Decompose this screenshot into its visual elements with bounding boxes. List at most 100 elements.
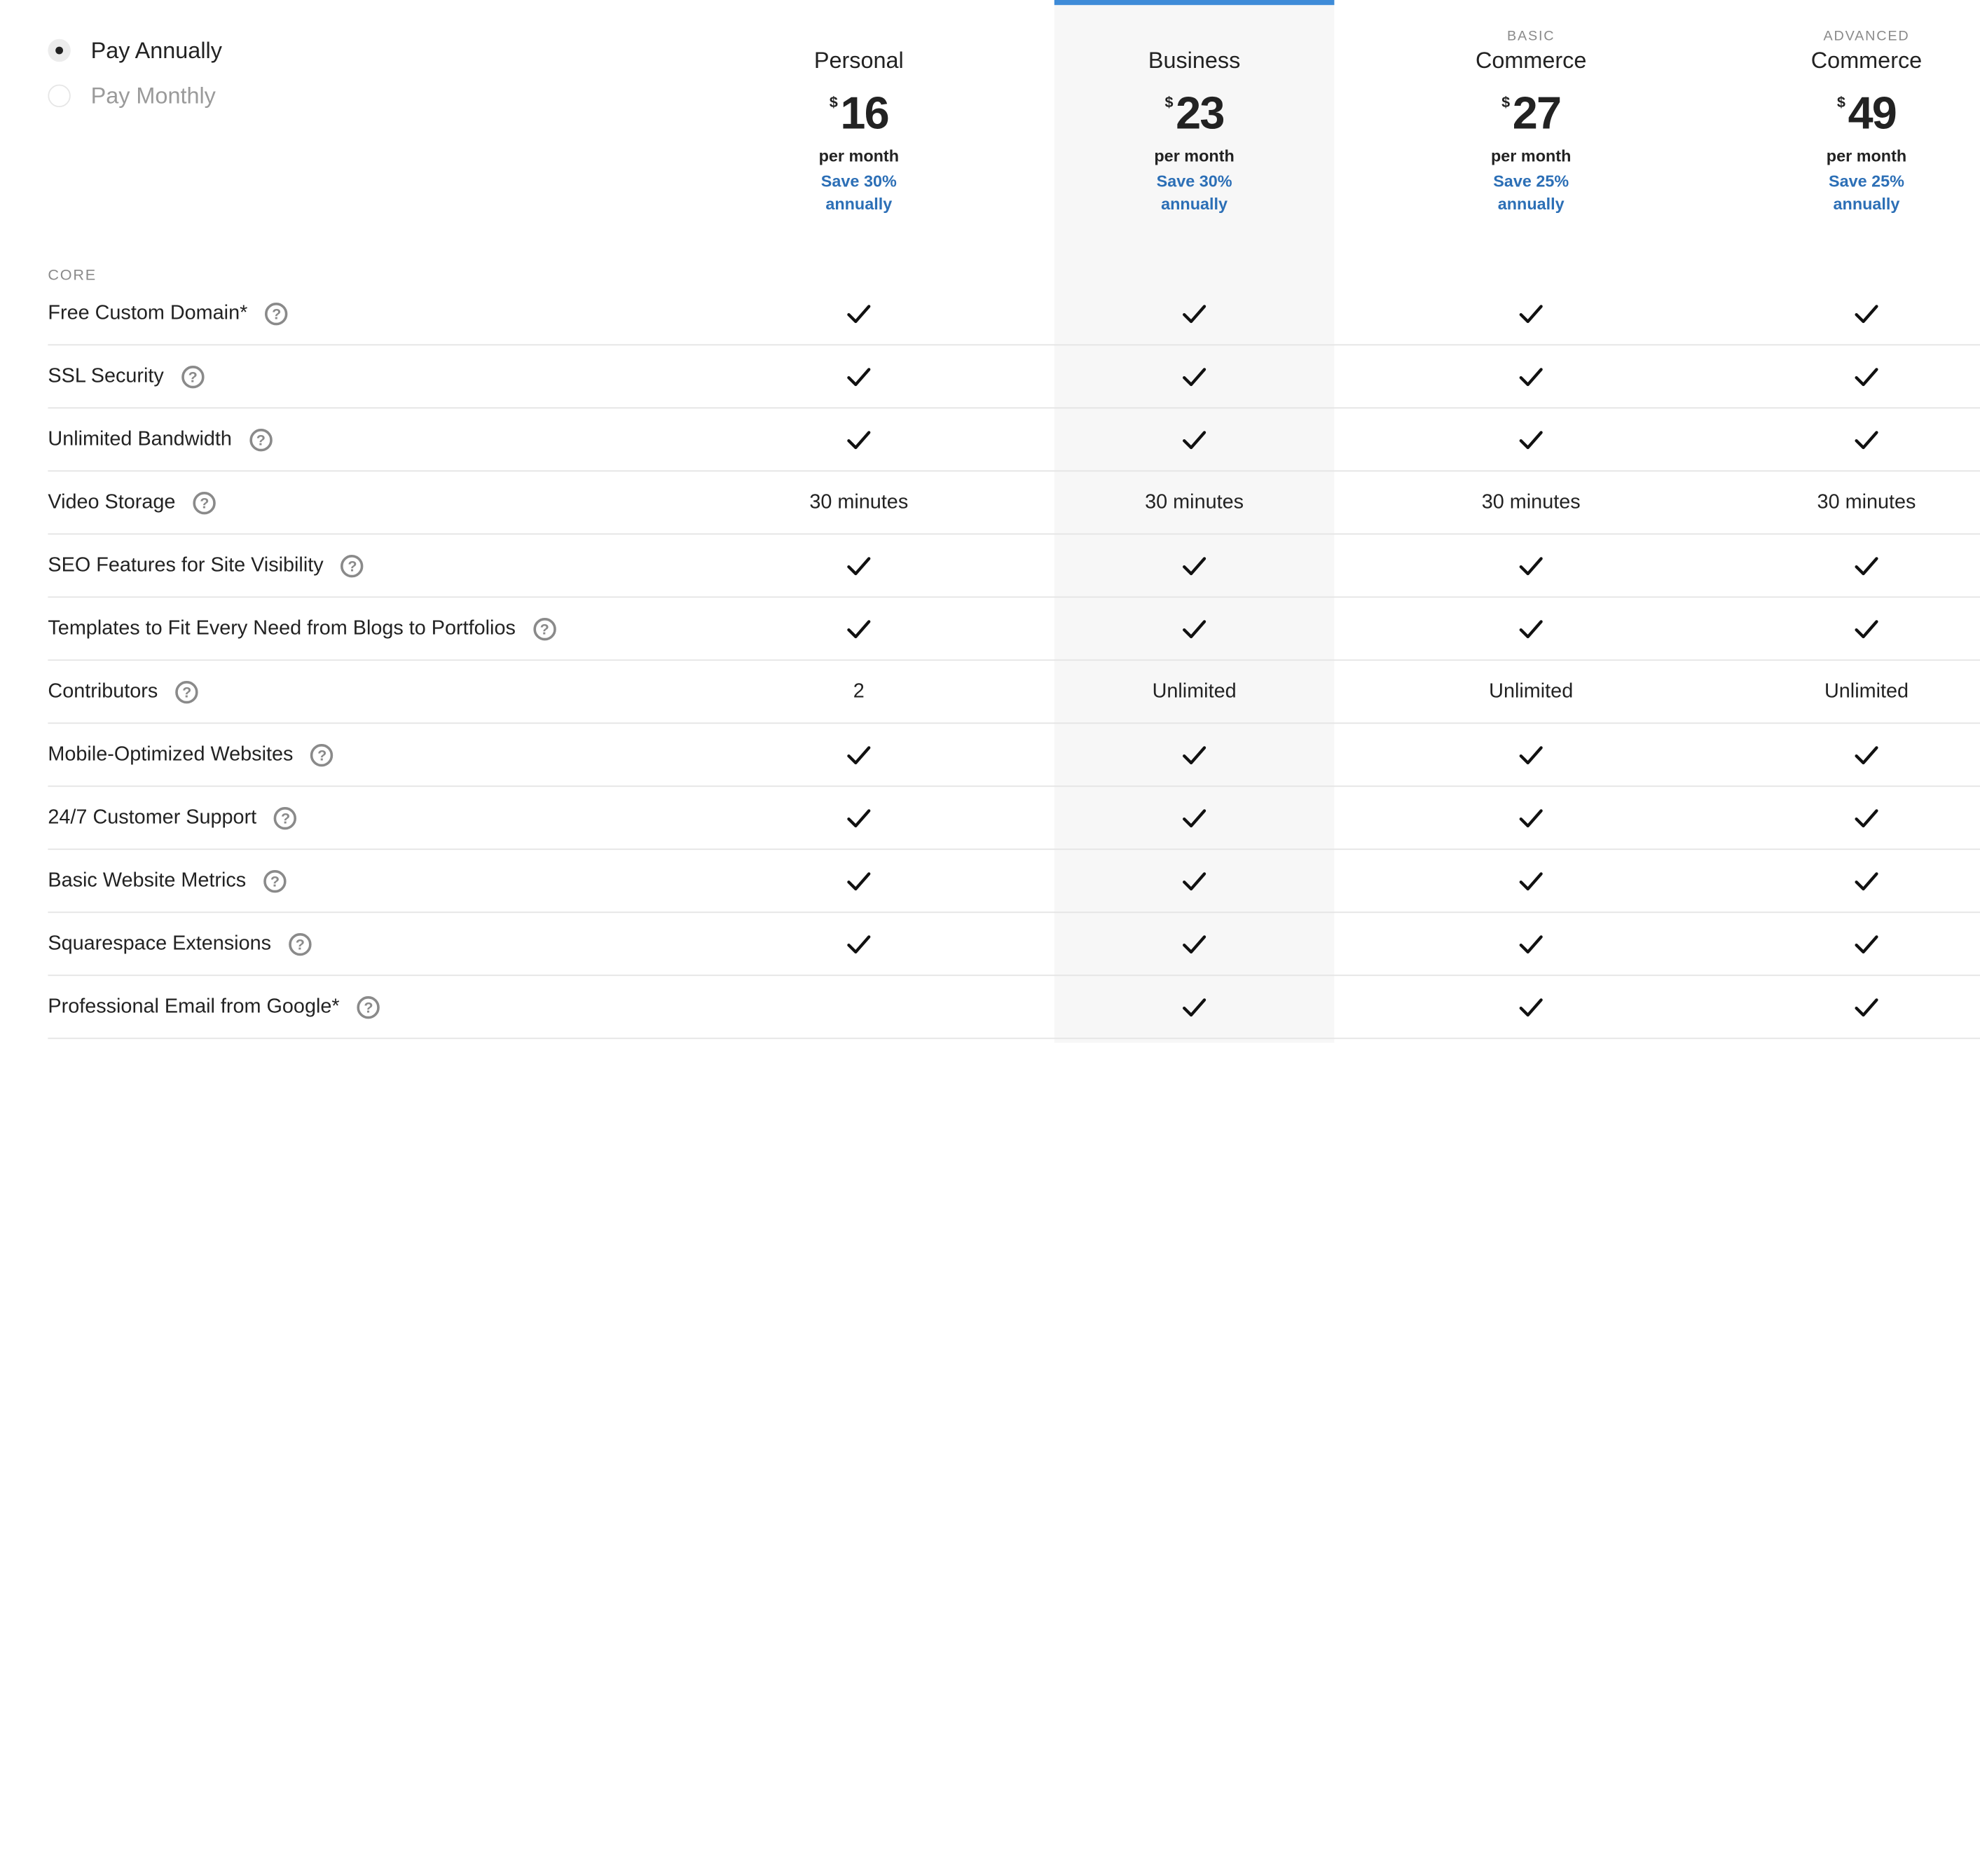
plan-value-cell [1054, 913, 1335, 974]
checkmark-icon [1519, 745, 1543, 764]
annual-savings-line2: annually [1833, 194, 1900, 214]
question-circle-icon[interactable]: ? [289, 932, 312, 956]
question-circle-icon[interactable]: ? [341, 554, 364, 577]
radio-selected-icon[interactable] [48, 39, 71, 62]
plan-value-cell [1726, 345, 1980, 407]
question-circle-icon[interactable]: ? [265, 302, 288, 325]
feature-cell: Professional Email from Google*? [48, 976, 380, 1037]
feature-cell: Basic Website Metrics? [48, 850, 287, 911]
feature-row: SSL Security? [48, 345, 1980, 409]
checkmark-icon [847, 808, 871, 827]
radio-unselected-icon[interactable] [48, 84, 71, 107]
plan-value-cell [1391, 598, 1671, 659]
currency-symbol: $ [1501, 93, 1511, 111]
price-amount: 23 [1176, 87, 1225, 139]
question-circle-icon[interactable]: ? [274, 806, 297, 829]
checkmark-icon [1855, 808, 1878, 827]
annual-savings-line2: annually [1497, 194, 1565, 214]
checkmark-icon [847, 556, 871, 575]
plan-name: Personal [813, 48, 904, 74]
question-circle-icon[interactable]: ? [181, 365, 205, 388]
question-circle-icon[interactable]: ? [193, 491, 216, 514]
section-heading: CORE [48, 265, 97, 284]
plan-value-text: Unlimited [1152, 680, 1237, 702]
annual-savings-line1: Save 25% [1493, 171, 1569, 191]
plan-value-cell [1054, 408, 1335, 470]
plan-value-text: 30 minutes [809, 491, 909, 513]
question-circle-icon[interactable]: ? [175, 680, 198, 703]
feature-name: Squarespace Extensions [48, 932, 272, 954]
plan-value-cell: 2 [719, 661, 999, 722]
checkmark-icon [1183, 871, 1206, 890]
checkmark-icon [1183, 430, 1206, 449]
plan-tier: BASIC [1506, 29, 1555, 44]
plan-price: $ 23 [1054, 88, 1335, 139]
checkmark-icon [1519, 871, 1543, 890]
feature-name: SSL Security [48, 365, 164, 387]
question-circle-icon[interactable]: ? [263, 869, 287, 892]
feature-cell: SEO Features for Site Visibility? [48, 534, 364, 596]
feature-cell: Free Custom Domain*? [48, 282, 288, 344]
plan-value-cell: 30 minutes [719, 471, 999, 533]
plan-value-cell [719, 724, 999, 785]
plan-price: $ 27 [1391, 88, 1671, 139]
billing-option-monthly[interactable]: Pay Monthly [48, 81, 222, 111]
annual-savings: Save 25% annually [1391, 170, 1671, 216]
question-circle-icon[interactable]: ? [310, 743, 334, 766]
plan-name: Commerce [1475, 48, 1587, 74]
checkmark-icon [1519, 556, 1543, 575]
checkmark-icon [1183, 808, 1206, 827]
plan-value-cell [719, 976, 999, 1037]
plan-value-cell [1726, 850, 1980, 911]
plan-header-business: Business $ 23 per month Save 30% annuall… [1054, 0, 1335, 216]
feature-row: Basic Website Metrics? [48, 850, 1980, 913]
plan-value-cell [1391, 850, 1671, 911]
plan-name: Business [1148, 48, 1241, 74]
price-amount: 16 [840, 87, 889, 139]
feature-cell: Video Storage? [48, 471, 216, 533]
annual-savings-line2: annually [825, 194, 893, 214]
annual-savings: Save 30% annually [719, 170, 999, 216]
plan-header-advanced-commerce: ADVANCED Commerce $ 49 per month Save 25… [1726, 0, 1980, 216]
feature-row: Professional Email from Google*? [48, 976, 1980, 1040]
plan-value-cell [1391, 913, 1671, 974]
feature-row: Mobile-Optimized Websites? [48, 724, 1980, 787]
plan-value-text: 30 minutes [1145, 491, 1244, 513]
checkmark-icon [1519, 430, 1543, 449]
plan-value-cell [1054, 976, 1335, 1037]
price-period: per month [1154, 146, 1235, 165]
feature-cell: Unlimited Bandwidth? [48, 408, 273, 470]
feature-name: Mobile-Optimized Websites [48, 743, 294, 765]
plan-tier [719, 29, 999, 46]
plan-value-text: 2 [853, 680, 865, 702]
plan-value-cell [1726, 534, 1980, 596]
billing-option-annually[interactable]: Pay Annually [48, 35, 222, 65]
question-circle-icon[interactable]: ? [249, 428, 273, 451]
checkmark-icon [1183, 367, 1206, 386]
checkmark-icon [1855, 619, 1878, 638]
annual-savings-line1: Save 30% [1156, 171, 1232, 191]
plan-value-cell: 30 minutes [1054, 471, 1335, 533]
checkmark-icon [1855, 304, 1878, 323]
plan-value-cell [1726, 282, 1980, 344]
plan-value-cell: 30 minutes [1726, 471, 1980, 533]
checkmark-icon [1183, 998, 1206, 1016]
checkmark-icon [847, 934, 871, 953]
feature-name: Free Custom Domain* [48, 302, 248, 324]
plan-value-cell [1054, 598, 1335, 659]
checkmark-icon [1855, 998, 1878, 1016]
checkmark-icon [1855, 934, 1878, 953]
checkmark-icon [1855, 871, 1878, 890]
checkmark-icon [847, 619, 871, 638]
price-period: per month [1826, 146, 1907, 165]
plan-value-cell [1726, 787, 1980, 848]
plan-header-basic-commerce: BASIC Commerce $ 27 per month Save 25% a… [1391, 0, 1671, 216]
question-circle-icon[interactable]: ? [357, 995, 380, 1019]
question-circle-icon[interactable]: ? [533, 617, 556, 640]
feature-row: Video Storage? 30 minutes 30 minutes 30 min… [48, 471, 1980, 535]
plan-price: $ 49 [1726, 88, 1980, 139]
checkmark-icon [847, 871, 871, 890]
checkmark-icon [847, 304, 871, 323]
feature-name: Professional Email from Google* [48, 995, 340, 1017]
checkmark-icon [1519, 934, 1543, 953]
